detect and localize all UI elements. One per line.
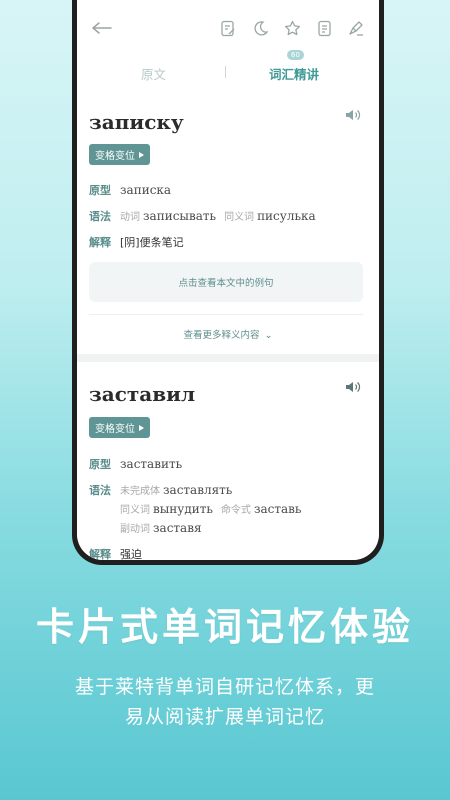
more-definitions-button[interactable]: 查看更多释义内容 ⌄ <box>77 327 379 341</box>
grammar-value[interactable]: заставя <box>153 521 202 535</box>
meaning-value: [阴]便条笔记 <box>120 236 184 249</box>
grammar-tag: 动词 <box>120 212 140 223</box>
grammar-value[interactable]: заставь <box>254 502 302 516</box>
meaning-value: 强迫 <box>120 548 142 560</box>
grammar-row: 语法 未完成体 заставлять <box>89 482 240 498</box>
grammar-row-continued: 同义词 вынудить 命令式 заставь <box>120 501 309 516</box>
declension-button[interactable]: 变格变位 <box>89 144 150 165</box>
star-icon[interactable] <box>284 20 301 37</box>
original-form-label: 原型 <box>89 458 111 471</box>
word-title: заставил <box>89 382 196 406</box>
declension-button-label: 变格变位 <box>95 151 135 162</box>
promo-headline: 卡片式单词记忆体验 <box>35 605 414 649</box>
original-form-row: 原型 записка <box>89 182 179 198</box>
tab-original[interactable]: 原文 <box>141 64 166 83</box>
promo-subtitle-line2: 易从阅读扩展单词记忆 <box>124 706 325 728</box>
tab-vocab[interactable]: 词汇精讲 <box>269 64 319 83</box>
declension-button[interactable]: 变格变位 <box>89 417 150 438</box>
original-form-label: 原型 <box>89 184 111 197</box>
more-definitions-label: 查看更多释义内容 <box>183 330 260 341</box>
phone-screen: 原文 词汇精讲 60 записку 变格变位 原型 записка 语法 动词… <box>77 0 379 560</box>
speaker-icon[interactable] <box>345 380 361 394</box>
declension-button-label: 变格变位 <box>95 424 135 435</box>
tab-vocab-badge: 60 <box>287 50 304 60</box>
meaning-row: 解释 强迫 <box>89 546 142 560</box>
play-triangle-icon <box>139 424 144 431</box>
grammar-value[interactable]: вынудить <box>153 502 213 516</box>
night-mode-icon[interactable] <box>252 20 269 37</box>
tab-bar: 原文 词汇精讲 60 <box>77 50 379 88</box>
grammar-label: 语法 <box>89 484 111 497</box>
card-gap <box>77 354 379 362</box>
word-card: записку 变格变位 原型 записка 语法 动词 записывать… <box>77 88 379 354</box>
examples-button[interactable]: 点击查看本文中的例句 <box>89 262 363 302</box>
grammar-row-continued: 副动词 заставя <box>120 520 210 535</box>
speaker-icon[interactable] <box>345 108 361 122</box>
grammar-label: 语法 <box>89 210 111 223</box>
original-form-row: 原型 заставить <box>89 456 190 472</box>
meaning-label: 解释 <box>89 236 111 249</box>
word-title: записку <box>89 110 184 134</box>
grammar-value[interactable]: заставлять <box>163 483 232 497</box>
grammar-tag: 未完成体 <box>120 486 160 497</box>
phone-frame: 原文 词汇精讲 60 записку 变格变位 原型 записка 语法 动词… <box>72 0 384 565</box>
grammar-value[interactable]: записывать <box>143 209 216 223</box>
grammar-tag: 副动词 <box>120 524 150 535</box>
tab-separator <box>225 66 226 78</box>
top-toolbar <box>77 0 379 62</box>
grammar-tag: 同义词 <box>224 212 255 223</box>
back-arrow-icon[interactable] <box>91 20 113 36</box>
chevron-down-icon: ⌄ <box>264 330 273 341</box>
original-form-value: записка <box>120 183 172 197</box>
promo-subtitle-line1: 基于莱特背单词自研记忆体系，更 <box>74 676 375 698</box>
word-card: заставил 变格变位 原型 заставить 语法 未完成体 заста… <box>77 362 379 560</box>
original-form-value: заставить <box>120 457 183 471</box>
grammar-row: 语法 动词 записывать 同义词 писулька <box>89 208 324 224</box>
document-icon[interactable] <box>316 20 333 37</box>
play-triangle-icon <box>139 151 144 158</box>
grammar-tag: 命令式 <box>220 505 251 516</box>
edit-note-icon[interactable] <box>220 20 237 37</box>
grammar-tag: 同义词 <box>120 505 150 516</box>
clean-icon[interactable] <box>348 20 365 37</box>
meaning-row: 解释 [阴]便条笔记 <box>89 234 184 250</box>
divider <box>89 314 363 315</box>
meaning-label: 解释 <box>89 548 111 560</box>
grammar-value[interactable]: писулька <box>257 209 316 223</box>
